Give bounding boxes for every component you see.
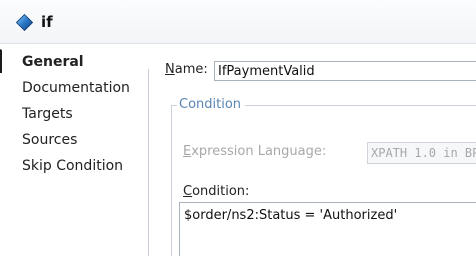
expression-language-label-text: xpression Language:	[191, 144, 327, 159]
name-label-mnemonic: N	[165, 62, 175, 77]
condition-group-label: Condition	[177, 97, 246, 113]
name-label-text: ame:	[174, 62, 208, 77]
name-label: Name:	[165, 61, 208, 79]
nav-item-targets[interactable]: Targets	[0, 102, 148, 126]
general-panel: Name: Condition Expression Language: XPA…	[149, 45, 476, 256]
section-nav: General Documentation Targets Sources Sk…	[0, 45, 148, 256]
condition-label: Condition:	[183, 183, 249, 201]
nav-item-general[interactable]: General	[0, 49, 148, 73]
expression-language-label: Expression Language:	[183, 143, 326, 161]
title-bar: if	[0, 0, 476, 44]
properties-dialog: if General Documentation Targets Sources…	[0, 0, 476, 256]
window-title: if	[41, 13, 53, 31]
nav-item-documentation[interactable]: Documentation	[0, 76, 148, 100]
nav-item-sources[interactable]: Sources	[0, 128, 148, 152]
condition-label-mnemonic: C	[183, 184, 193, 199]
name-input[interactable]	[214, 61, 476, 81]
condition-textarea[interactable]: $order/ns2:Status = 'Authorized'	[179, 202, 476, 256]
bpel-activity-diamond-icon	[16, 14, 33, 31]
expression-language-select[interactable]: XPATH 1.0 in BPEL 2.0	[367, 142, 476, 164]
nav-item-skip-condition[interactable]: Skip Condition	[0, 154, 148, 178]
condition-label-text: ondition:	[192, 184, 250, 199]
expression-language-mnemonic: E	[183, 144, 192, 159]
